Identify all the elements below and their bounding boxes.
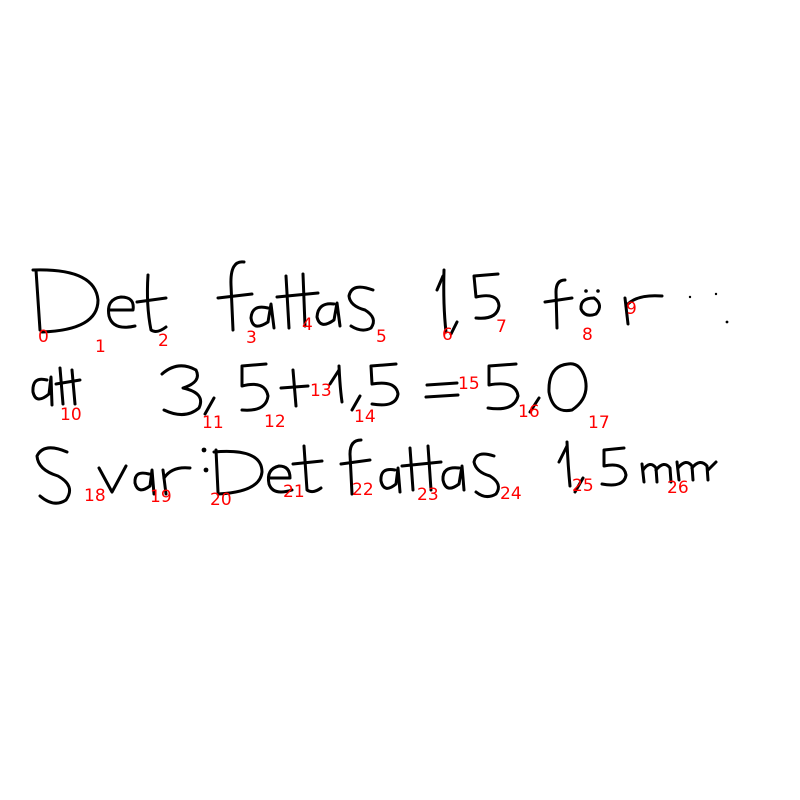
stroke-index-26: 26 <box>667 478 689 498</box>
stroke-index-2: 2 <box>158 331 169 351</box>
stroke-index-8: 8 <box>582 325 593 345</box>
stroke-index-18: 18 <box>84 486 106 506</box>
stroke-index-5: 5 <box>376 327 387 347</box>
stroke-index-6: 6 <box>442 325 453 345</box>
ink-svg: 0 1 2 345 6 7 8910 11 12131415161718 19 20 21 22 23 24… <box>31 260 729 510</box>
ink-line-3 <box>35 438 718 505</box>
stroke-index-10: 10 <box>60 405 82 425</box>
stroke-index-14: 14 <box>354 407 376 427</box>
stroke-index-4: 4 <box>302 315 313 335</box>
stroke-index-22: 22 <box>352 480 374 500</box>
stroke-index-7: 7 <box>496 317 507 337</box>
stroke-index-13: 13 <box>310 381 332 401</box>
stroke-index-20: 20 <box>210 490 232 510</box>
stroke-index-19: 19 <box>150 487 172 507</box>
stroke-index-23: 23 <box>417 485 439 505</box>
stroke-index-21: 21 <box>283 482 305 502</box>
stroke-index-12: 12 <box>264 412 286 432</box>
stroke-index-1: 1 <box>95 337 106 357</box>
stroke-index-16: 16 <box>518 402 540 422</box>
stroke-index-11: 11 <box>202 413 224 433</box>
stroke-index-3: 3 <box>246 328 257 348</box>
stroke-index-15: 15 <box>458 374 480 394</box>
stroke-index-0: 0 <box>38 327 49 347</box>
ink-line-1 <box>31 260 729 336</box>
stroke-index-24: 24 <box>500 484 522 504</box>
stroke-index-25: 25 <box>572 476 594 496</box>
stroke-index-17: 17 <box>588 413 610 433</box>
stroke-index-9: 9 <box>626 299 637 319</box>
